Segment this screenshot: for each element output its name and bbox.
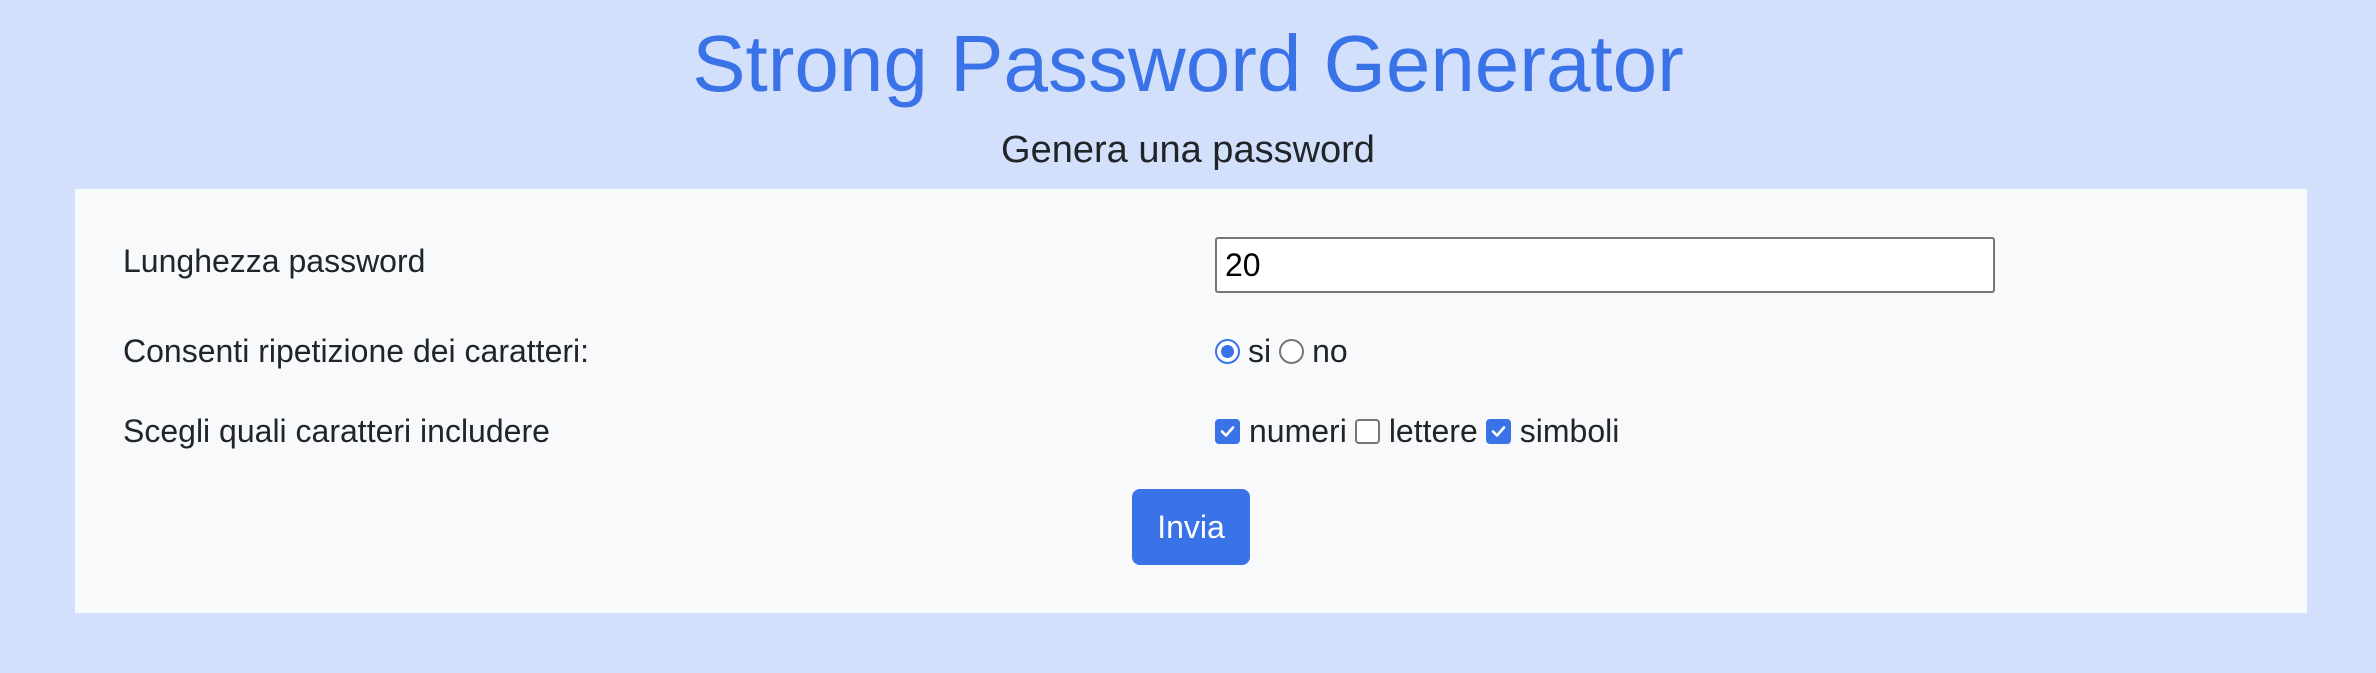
page-subtitle: Genera una password: [1001, 129, 1375, 171]
submit-button[interactable]: Invia: [1132, 489, 1250, 565]
repetition-no-radio[interactable]: [1279, 338, 1305, 364]
numbers-checkbox[interactable]: [1215, 418, 1240, 444]
numbers-label[interactable]: numeri: [1249, 411, 1347, 451]
page-title: Strong Password Generator: [692, 19, 1684, 108]
charsets-label: Scegli quali caratteri includere: [123, 413, 550, 449]
repetition-no-label[interactable]: no: [1312, 331, 1348, 371]
length-label: Lunghezza password: [123, 243, 426, 279]
checkmark-icon: [1491, 425, 1506, 437]
repetition-label: Consenti ripetizione dei caratteri:: [123, 333, 590, 369]
repetition-options: si no: [1215, 331, 1356, 371]
password-form-card: Lunghezza password Consenti ripetizione …: [75, 189, 2307, 613]
charset-options: numeri lettere simboli: [1215, 411, 1627, 451]
symbols-label[interactable]: simboli: [1520, 411, 1620, 451]
repetition-yes-radio[interactable]: [1215, 338, 1240, 364]
repetition-yes-label[interactable]: si: [1248, 331, 1271, 371]
symbols-checkbox[interactable]: [1485, 418, 1511, 444]
password-length-input[interactable]: [1215, 237, 1995, 293]
letters-label[interactable]: lettere: [1389, 411, 1478, 451]
checkmark-icon: [1220, 425, 1235, 437]
letters-checkbox[interactable]: [1354, 418, 1380, 444]
